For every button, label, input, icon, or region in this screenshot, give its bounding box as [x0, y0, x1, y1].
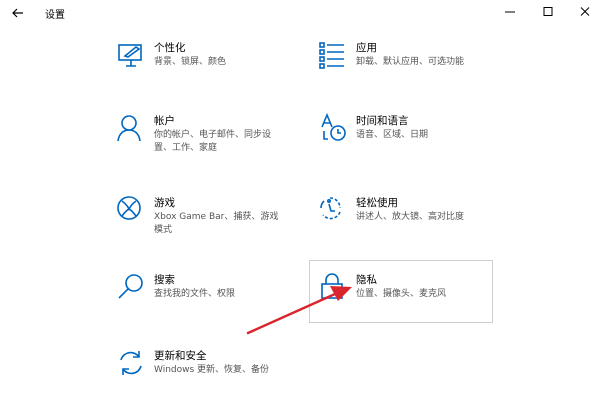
tile-label: 帐户 — [154, 115, 175, 127]
title-bar: 设置 — [0, 0, 600, 26]
settings-tile-privacy[interactable]: 隐私 位置、摄像头、麦克风 — [318, 272, 488, 332]
back-arrow-icon — [12, 8, 23, 18]
settings-tile-time-language[interactable]: 时间和语言 语音、区域、日期 — [318, 113, 488, 173]
apps-icon — [318, 40, 348, 70]
tile-label: 更新和安全 — [154, 350, 207, 362]
settings-tile-ease-of-access[interactable]: 轻松使用 讲述人、放大镜、高对比度 — [318, 195, 488, 255]
tile-label: 轻松使用 — [356, 197, 398, 209]
tile-label: 应用 — [356, 42, 377, 54]
tile-description: Xbox Game Bar、捕获、游戏模式 — [154, 212, 279, 235]
tile-description: 讲述人、放大镜、高对比度 — [356, 212, 465, 222]
settings-tile-apps[interactable]: 应用 卸载、默认应用、可选功能 — [318, 40, 488, 100]
minimize-button[interactable] — [501, 4, 519, 20]
back-button[interactable] — [8, 4, 28, 22]
ease-of-access-icon — [318, 195, 348, 225]
tile-label: 个性化 — [154, 42, 186, 54]
tile-description: 卸载、默认应用、可选功能 — [356, 57, 465, 67]
personalization-icon — [116, 40, 146, 70]
update-security-icon — [116, 348, 146, 378]
settings-tile-personalization[interactable]: 个性化 背景、锁屏、颜色 — [116, 40, 286, 100]
settings-tile-accounts[interactable]: 帐户 你的帐户、电子邮件、同步设置、工作、家庭 — [116, 113, 286, 173]
close-icon — [580, 7, 590, 16]
settings-tile-update-security[interactable]: 更新和安全 Windows 更新、恢复、备份 — [116, 348, 286, 408]
settings-window: 设置 个性化 背景、锁屏、颜色 应用 卸载、默认应用、可选功能 帐户 你的帐户、… — [0, 0, 600, 417]
time-language-icon — [318, 113, 348, 143]
search-icon — [116, 272, 146, 302]
tile-label: 游戏 — [154, 197, 175, 209]
window-title: 设置 — [45, 10, 65, 21]
tile-description: 背景、锁屏、颜色 — [154, 57, 227, 67]
tile-label: 时间和语言 — [356, 115, 409, 127]
minimize-icon — [505, 11, 515, 13]
settings-tile-search[interactable]: 搜索 查找我的文件、权限 — [116, 272, 286, 332]
gaming-icon — [116, 195, 146, 225]
tile-description: 你的帐户、电子邮件、同步设置、工作、家庭 — [154, 130, 272, 153]
tile-label: 隐私 — [356, 274, 377, 286]
account-icon — [116, 113, 146, 143]
maximize-icon — [543, 7, 553, 16]
tile-description: 查找我的文件、权限 — [154, 289, 236, 299]
privacy-lock-icon — [318, 272, 348, 302]
settings-tile-gaming[interactable]: 游戏 Xbox Game Bar、捕获、游戏模式 — [116, 195, 286, 255]
tile-label: 搜索 — [154, 274, 175, 286]
close-button[interactable] — [576, 4, 594, 20]
tile-description: Windows 更新、恢复、备份 — [154, 365, 270, 375]
maximize-button[interactable] — [539, 4, 557, 20]
tile-description: 语音、区域、日期 — [356, 130, 429, 140]
tile-description: 位置、摄像头、麦克风 — [356, 289, 447, 299]
annotation-arrow — [246, 286, 352, 335]
